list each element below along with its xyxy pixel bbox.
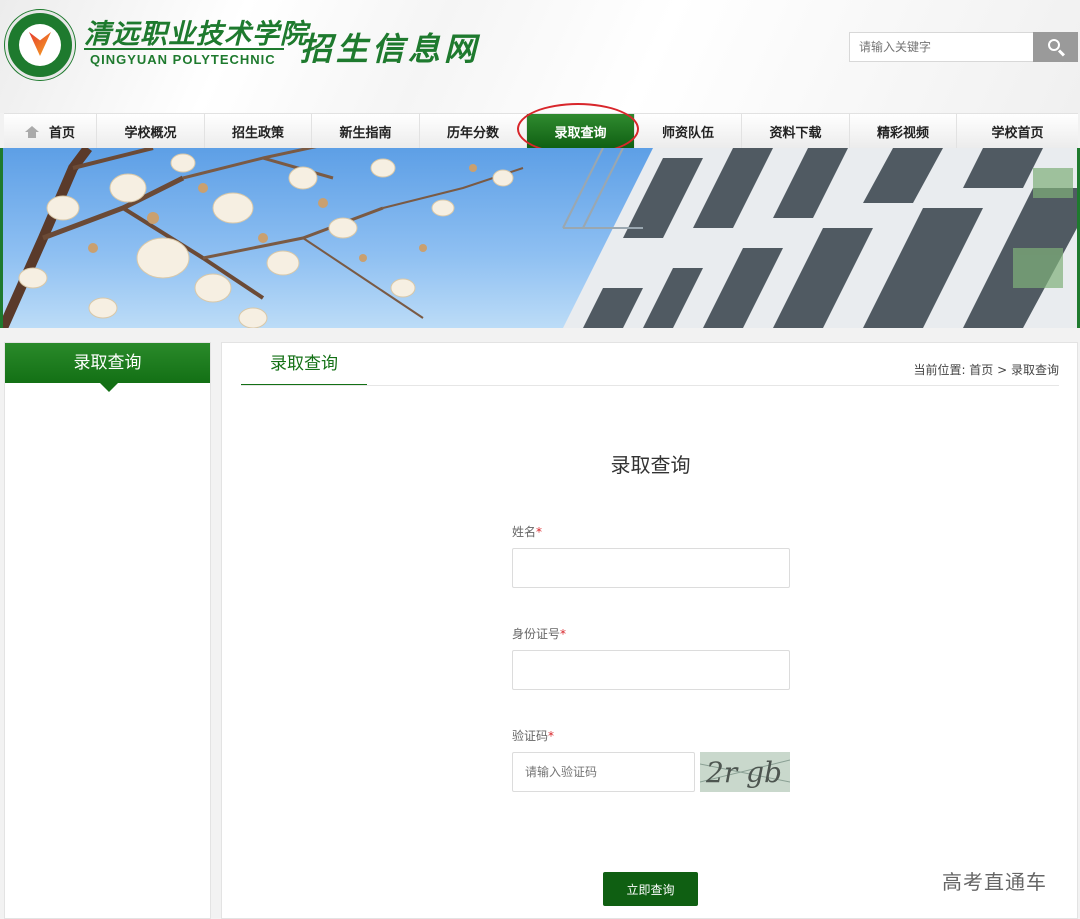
nav-item-past-scores[interactable]: 历年分数 <box>420 114 527 149</box>
nav-item-freshman-guide[interactable]: 新生指南 <box>312 114 420 149</box>
school-name-en: QINGYUAN POLYTECHNIC <box>90 52 276 67</box>
required-mark: * <box>548 729 555 743</box>
required-mark: * <box>560 627 567 641</box>
home-icon <box>24 125 39 138</box>
captcha-image[interactable]: 2r gb <box>700 752 790 792</box>
search-icon <box>1048 39 1060 51</box>
breadcrumb: 当前位置: 首页 > 录取查询 <box>913 363 1059 377</box>
search-input[interactable] <box>849 32 1034 62</box>
nav-item-faculty[interactable]: 师资队伍 <box>635 114 742 149</box>
main-content: 录取查询 当前位置: 首页 > 录取查询 录取查询 姓名* 身份证号* 验证码*… <box>221 342 1078 919</box>
nav-item-videos[interactable]: 精彩视频 <box>850 114 957 149</box>
id-number-field[interactable] <box>512 650 790 690</box>
sidebar-title: 录取查询 <box>5 343 210 392</box>
tab-admission-query[interactable]: 录取查询 <box>241 343 367 386</box>
name-label: 姓名* <box>512 525 543 539</box>
school-name-cn: 清远职业技术学院 <box>84 19 308 50</box>
nav-item-school-home[interactable]: 学校首页 <box>957 114 1078 149</box>
id-number-label: 身份证号* <box>512 627 567 641</box>
captcha-field[interactable] <box>512 752 695 792</box>
site-title: 招生信息网 <box>300 30 481 68</box>
nav-item-home[interactable]: 首页 <box>4 114 97 149</box>
name-field[interactable] <box>512 548 790 588</box>
nav-item-downloads[interactable]: 资料下载 <box>742 114 850 149</box>
captcha-label: 验证码* <box>512 729 555 743</box>
nav-item-admission-query[interactable]: 录取查询 <box>527 114 635 149</box>
banner-image <box>0 148 1080 328</box>
submit-query-button[interactable]: 立即查询 <box>603 872 698 906</box>
school-logo[interactable] <box>5 10 75 80</box>
nav-item-policy[interactable]: 招生政策 <box>205 114 312 149</box>
required-mark: * <box>536 525 543 539</box>
svg-text:2r gb: 2r gb <box>705 756 782 789</box>
watermark: 高考直通车 <box>942 870 1047 894</box>
nav-item-overview[interactable]: 学校概况 <box>97 114 205 149</box>
main-nav: 首页 学校概况 招生政策 新生指南 历年分数 录取查询 师资队伍 资料下载 精彩… <box>4 113 1078 149</box>
form-title: 录取查询 <box>610 453 691 477</box>
banner-illustration <box>3 148 1077 328</box>
sidebar: 录取查询 <box>4 342 211 919</box>
site-header: 清远职业技术学院 QINGYUAN POLYTECHNIC 招生信息网 <box>0 0 1080 113</box>
search-button[interactable] <box>1033 32 1078 62</box>
tab-divider <box>241 385 1059 386</box>
school-name-divider <box>84 48 284 50</box>
